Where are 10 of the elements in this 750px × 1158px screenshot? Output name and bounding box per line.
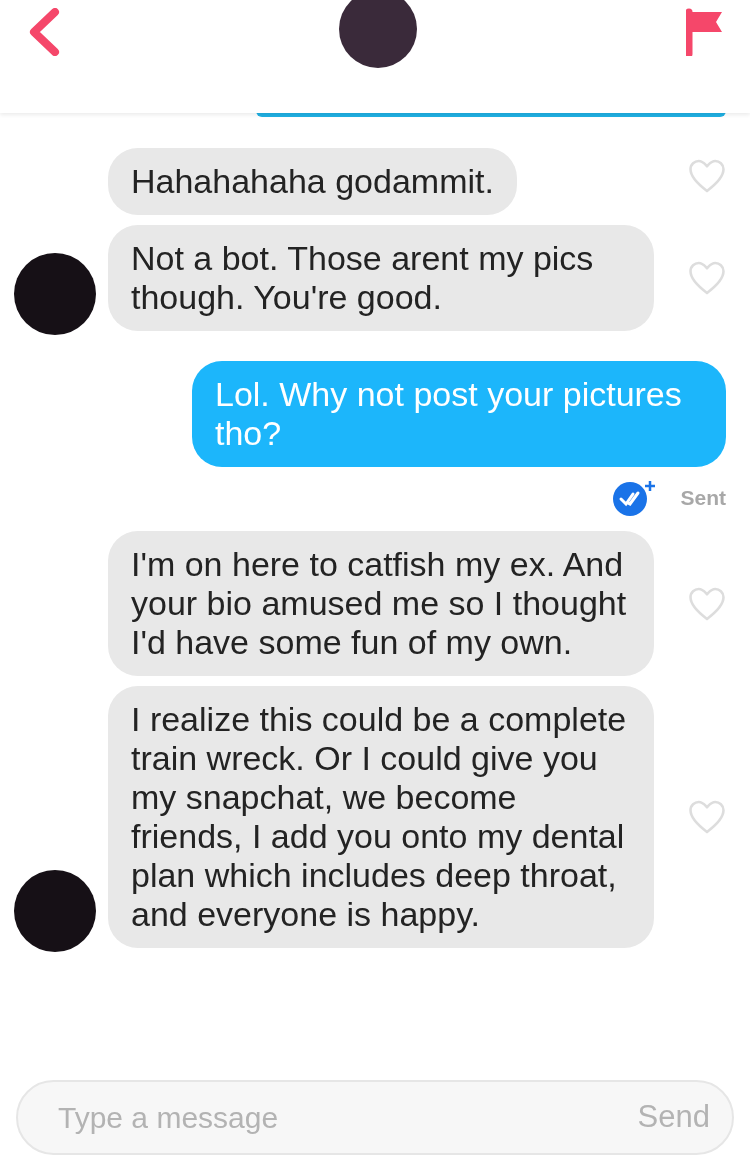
profile-avatar[interactable]: [339, 0, 417, 68]
message-bubble: Hahahahaha godammit.: [108, 148, 517, 215]
message-bubble: Not a bot. Those arent my pics though. You're good.: [108, 225, 654, 331]
message-bubble: Lol. Why not post your pictures tho?: [192, 361, 726, 467]
sent-status: Sent: [680, 485, 726, 512]
message-bubble: I realize this could be a complete train wreck. Or I could give you my snapchat, we become friends, I add you onto my dental plan which includes deep throat, and everyone is happy.: [108, 686, 654, 948]
back-icon[interactable]: [28, 8, 62, 56]
message-bubble: I'm on here to catfish my ex. And your bio amused me so I thought I'd have some fun of my own.: [108, 531, 654, 676]
send-button[interactable]: Send: [637, 1094, 710, 1141]
message-field[interactable]: Type a message Send: [16, 1080, 734, 1155]
